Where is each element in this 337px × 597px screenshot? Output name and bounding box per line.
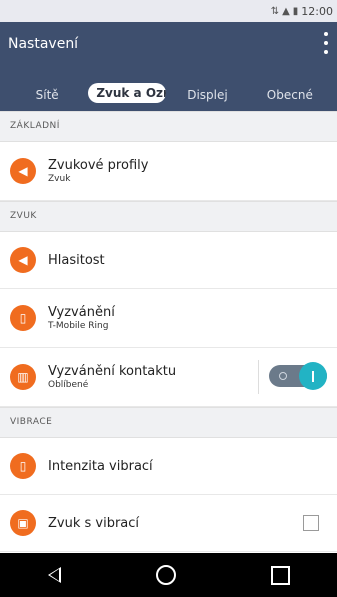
list-item-vyzvaneni[interactable]: ▯ Vyzvánění T-Mobile Ring	[0, 289, 337, 348]
vibrate-icon: ▯	[10, 453, 36, 479]
item-title: Hlasitost	[48, 252, 105, 268]
page-title: Nastavení	[8, 36, 79, 52]
tab-zvuk-label: Zvuk a Oznámení	[88, 83, 167, 103]
back-icon[interactable]	[47, 567, 61, 583]
tab-bar: Sítě Zvuk a Oznámení Displej Obecné	[0, 78, 337, 111]
status-time: 12:00	[301, 4, 333, 18]
more-options-icon[interactable]	[321, 30, 331, 56]
toggle-off-mark	[279, 372, 287, 380]
toggle-knob	[299, 362, 327, 390]
list-item-intenzita-vibraci[interactable]: ▯ Intenzita vibrací	[0, 438, 337, 495]
speaker-icon: ◀	[10, 247, 36, 273]
piano-icon: ▥	[10, 364, 36, 390]
list-item-zvuk-s-vibraci[interactable]: ▣ Zvuk s vibrací	[0, 495, 337, 552]
list-item-vyzvaneni-kontaktu[interactable]: ▥ Vyzvánění kontaktu Oblíbené	[0, 348, 337, 407]
item-title: Zvukové profily	[48, 158, 149, 173]
list-item-hlasitost[interactable]: ◀ Hlasitost	[0, 232, 337, 289]
vibrate-with-sound-checkbox[interactable]	[303, 515, 319, 531]
item-subtitle: Oblíbené	[48, 380, 89, 390]
item-subtitle: Zvuk	[48, 174, 71, 184]
tab-site[interactable]: Sítě	[6, 88, 88, 102]
divider	[258, 360, 259, 394]
status-bar: ⇅ ▲ ▮ 12:00	[0, 0, 337, 22]
recent-apps-icon[interactable]	[270, 565, 290, 585]
item-title: Zvuk s vibrací	[48, 515, 140, 531]
network-icon: ⇅	[270, 5, 280, 17]
section-header-vibrace: VIBRACE	[0, 407, 337, 438]
list-item-zvukove-profily[interactable]: ◀ Zvukové profily Zvuk	[0, 142, 337, 201]
home-icon[interactable]	[155, 565, 176, 585]
item-title: Intenzita vibrací	[48, 458, 153, 474]
tab-obecne[interactable]: Obecné	[249, 88, 331, 102]
item-subtitle: T-Mobile Ring	[48, 321, 109, 331]
speaker-icon: ◀	[10, 158, 36, 184]
contact-ringtone-toggle[interactable]	[269, 362, 327, 390]
vibrate-phone-icon: ▣	[10, 510, 36, 536]
navigation-bar	[0, 553, 337, 597]
signal-icon: ▲	[282, 5, 290, 17]
phone-icon: ▯	[10, 305, 36, 331]
app-bar: Nastavení	[0, 22, 337, 78]
section-header-zakladni: ZÁKLADNÍ	[0, 111, 337, 142]
item-title: Vyzvánění	[48, 305, 115, 320]
section-header-zvuk: ZVUK	[0, 201, 337, 232]
tab-displej[interactable]: Displej	[166, 88, 248, 102]
tab-zvuk[interactable]: Zvuk a Oznámení	[88, 83, 167, 106]
item-title: Vyzvánění kontaktu	[48, 364, 177, 379]
battery-icon: ▮	[292, 5, 299, 17]
